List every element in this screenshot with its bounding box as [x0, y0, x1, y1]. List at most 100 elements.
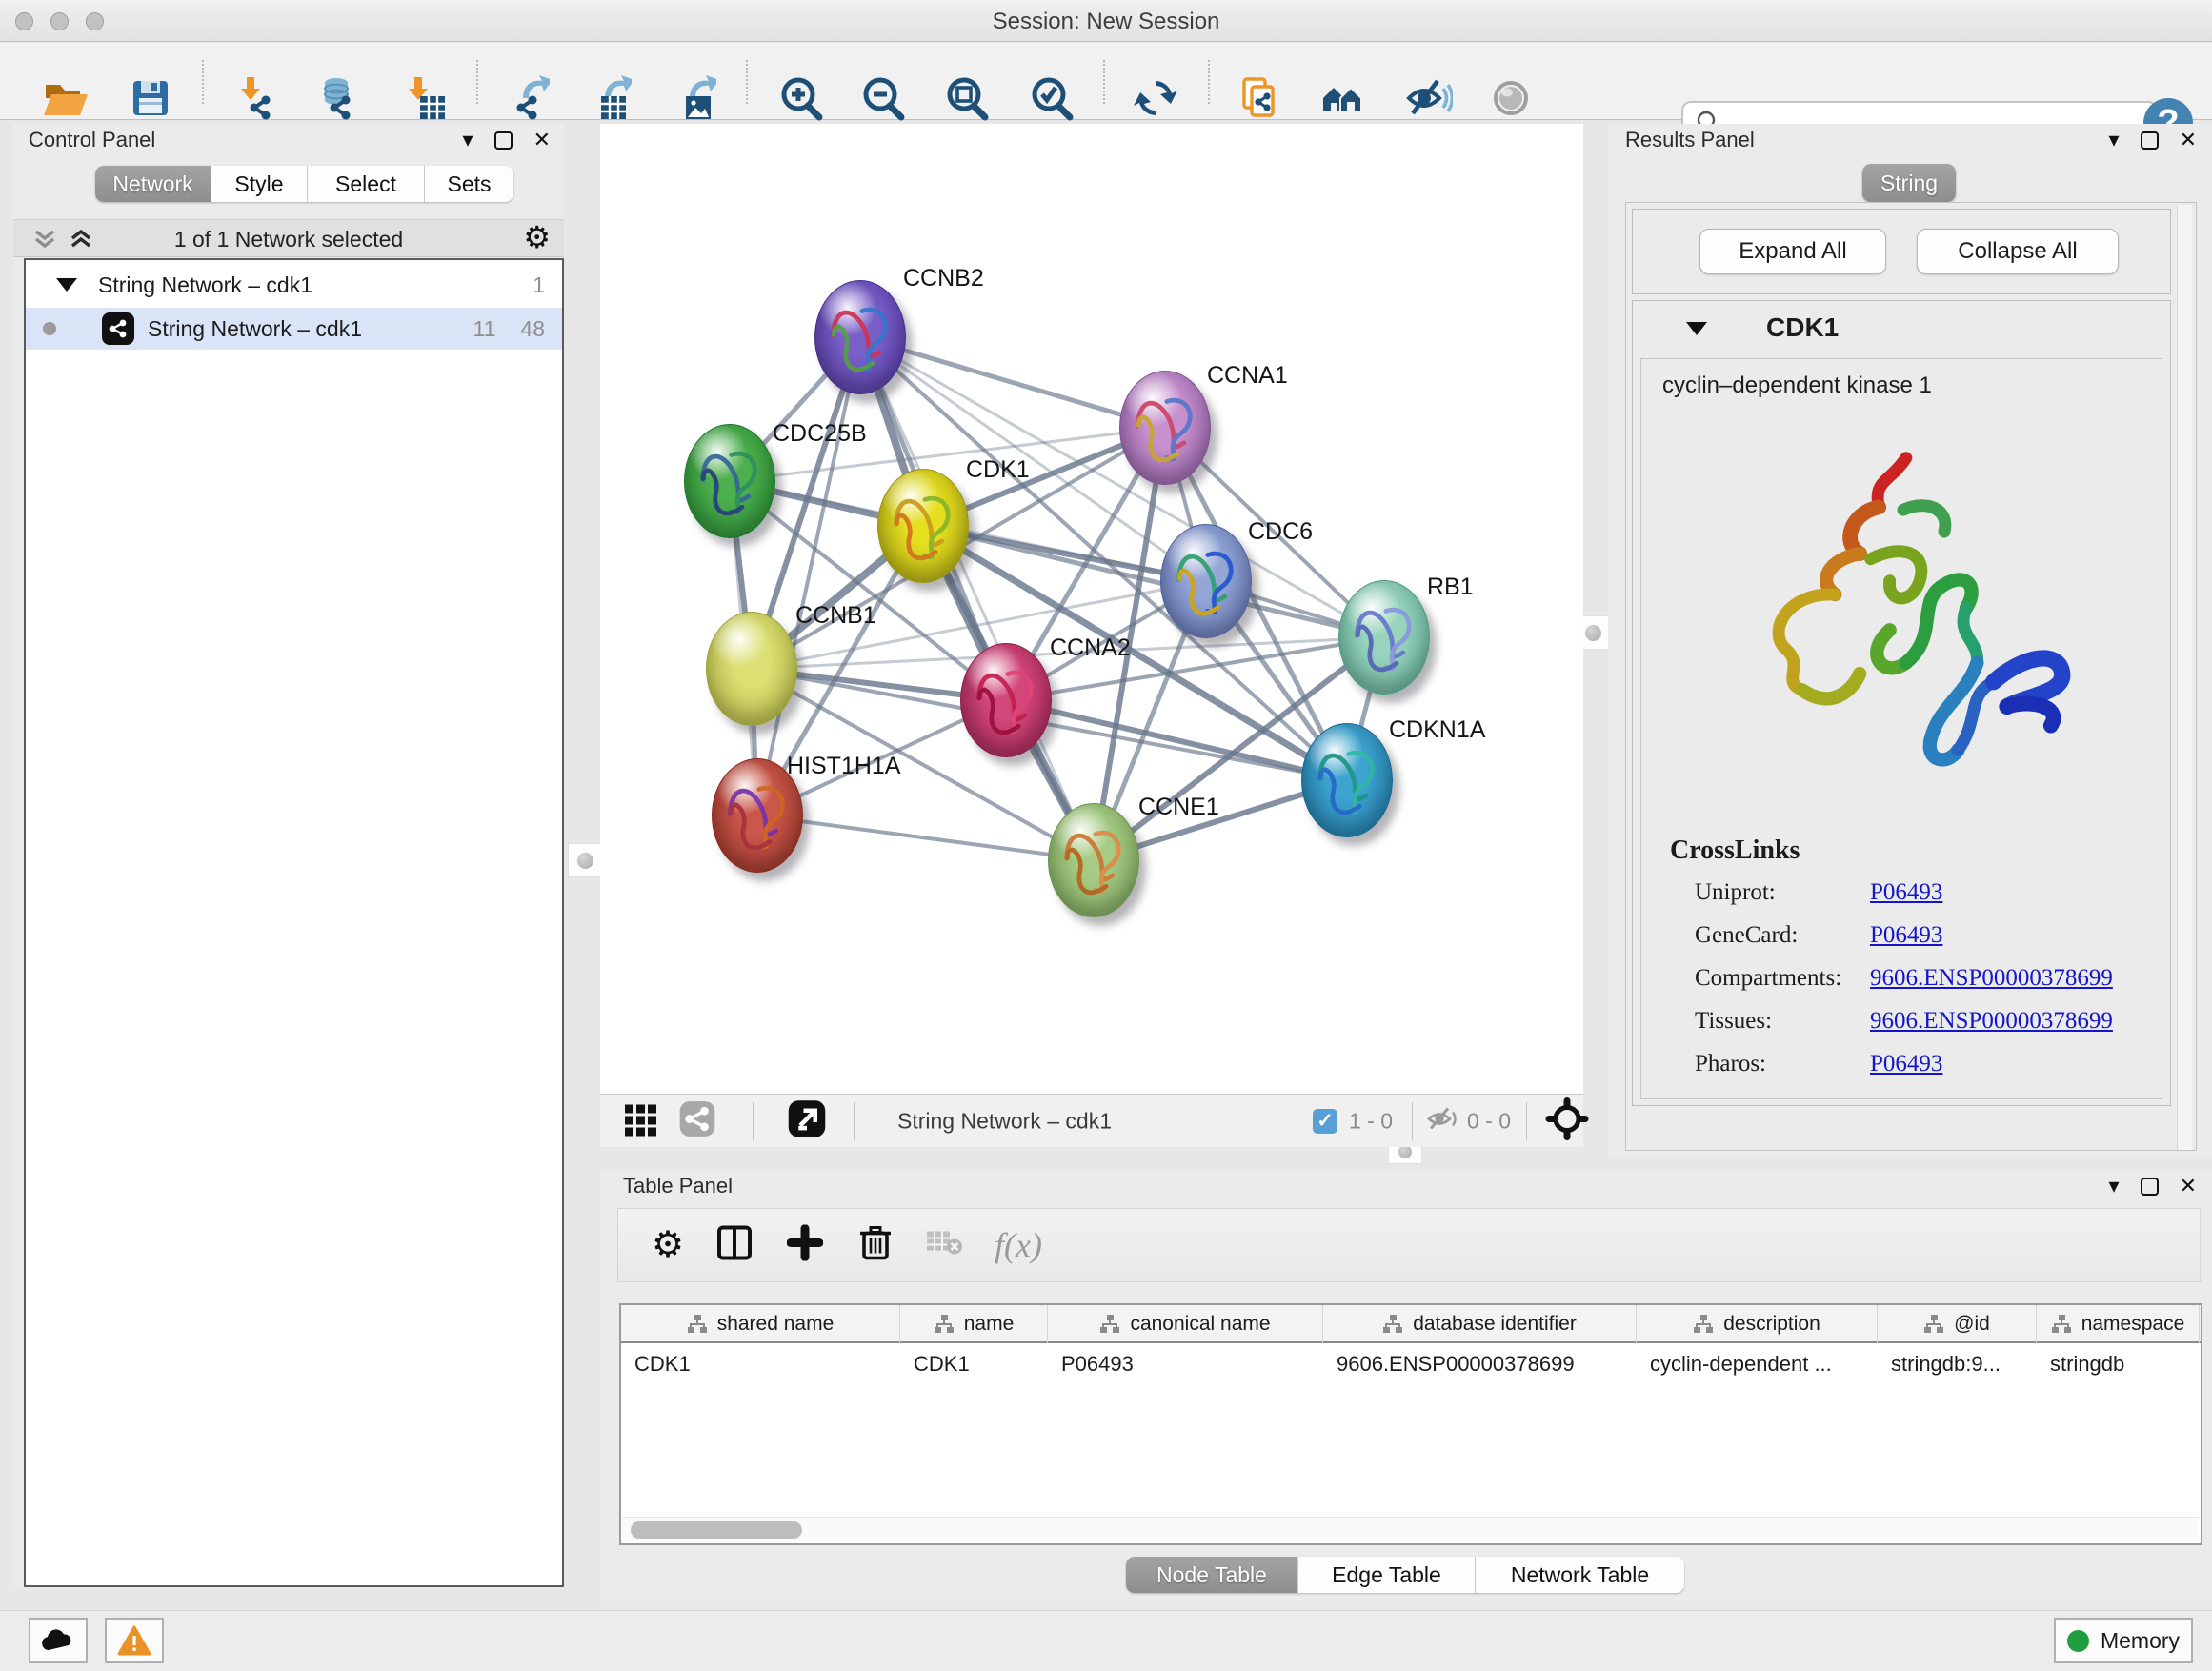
tab-style[interactable]: Style: [211, 166, 308, 202]
edge-CCNB2-CCNE1[interactable]: [860, 337, 1094, 860]
table-row[interactable]: CDK1CDK1P064939606.ENSP00000378699cyclin…: [621, 1345, 2201, 1383]
table-panel-float-icon[interactable]: [2141, 1178, 2159, 1196]
control-panel-close-icon[interactable]: ✕: [533, 130, 551, 151]
node-table[interactable]: shared namename canonical name database id…: [619, 1303, 2202, 1545]
results-scrollbar[interactable]: [2177, 205, 2192, 1150]
table-cell[interactable]: stringdb: [2037, 1345, 2200, 1383]
results-panel-float-icon[interactable]: [2141, 131, 2159, 150]
crosslink-link[interactable]: P06493: [1870, 1051, 1942, 1077]
table-cell[interactable]: CDK1: [900, 1345, 1048, 1383]
network-row-selected[interactable]: String Network – cdk1 11 48: [26, 308, 562, 350]
control-panel-menu-icon[interactable]: ▾: [463, 130, 473, 151]
zoom-in-button[interactable]: [775, 73, 825, 123]
hide-selected-button[interactable]: [1403, 73, 1453, 123]
export-network-button[interactable]: [500, 73, 550, 123]
crosslink-link[interactable]: 9606.ENSP00000378699: [1870, 1008, 2113, 1035]
table-cell[interactable]: 9606.ENSP00000378699: [1323, 1345, 1637, 1383]
gene-entry-header[interactable]: CDK1: [1633, 301, 2170, 358]
network-canvas[interactable]: CCNB2CCNA1CDC25BCDK1CDC6RB1CCNB1CCNA2CDK…: [600, 124, 1583, 1094]
node-CCNA1[interactable]: [1119, 371, 1211, 485]
delete-table-icon[interactable]: [925, 1228, 963, 1263]
save-session-button[interactable]: [126, 73, 175, 123]
crosslink-link[interactable]: P06493: [1870, 879, 1942, 906]
collection-expand-icon[interactable]: [56, 278, 77, 292]
tab-sets[interactable]: Sets: [425, 166, 513, 202]
network-share-icon[interactable]: [678, 1099, 716, 1142]
selected-checkbox-icon[interactable]: ✓: [1313, 1109, 1337, 1134]
export-image-button[interactable]: [667, 73, 716, 123]
edge-CCNA2-CDKN1A[interactable]: [1006, 700, 1347, 780]
table-cell[interactable]: CDK1: [621, 1345, 900, 1383]
tab-network[interactable]: Network: [95, 166, 211, 202]
node-CCNB2[interactable]: [814, 280, 906, 394]
node-RB1[interactable]: [1338, 580, 1430, 695]
left-splitter-handle[interactable]: [568, 843, 602, 877]
memory-button[interactable]: Memory: [2054, 1618, 2193, 1663]
column-header-id[interactable]: @id: [1878, 1305, 2037, 1343]
column-header-name[interactable]: name: [900, 1305, 1048, 1343]
import-table-from-file-button[interactable]: [401, 73, 451, 123]
column-header-database-identifier[interactable]: database identifier: [1323, 1305, 1637, 1343]
results-panel-menu-icon[interactable]: ▾: [2109, 130, 2120, 151]
column-header-description[interactable]: description: [1637, 1305, 1878, 1343]
import-network-from-file-button[interactable]: [233, 73, 283, 123]
open-in-window-icon[interactable]: [787, 1098, 827, 1143]
tab-select[interactable]: Select: [308, 166, 425, 202]
edge-CCNB2-HIST1H1A[interactable]: [757, 337, 860, 815]
function-builder-icon[interactable]: f(x): [995, 1225, 1042, 1265]
cloud-status-button[interactable]: [29, 1618, 88, 1663]
node-CDKN1A[interactable]: [1301, 723, 1393, 837]
node-CDK1[interactable]: [877, 469, 969, 583]
tab-node-table[interactable]: Node Table: [1126, 1557, 1298, 1593]
crosslink-link[interactable]: 9606.ENSP00000378699: [1870, 965, 2113, 992]
expand-all-button[interactable]: Expand All: [1699, 229, 1886, 274]
zoom-selected-button[interactable]: [1026, 73, 1076, 123]
current-network-name: String Network – cdk1: [897, 1108, 1112, 1134]
birdseye-toggle-icon[interactable]: [1545, 1097, 1589, 1145]
delete-column-icon[interactable]: [858, 1224, 893, 1267]
zoom-out-button[interactable]: [857, 73, 907, 123]
column-header-namespace[interactable]: namespace: [2037, 1305, 2200, 1343]
table-cell[interactable]: cyclin-dependent ...: [1637, 1345, 1878, 1383]
control-panel-float-icon[interactable]: [494, 131, 513, 150]
table-panel-close-icon[interactable]: ✕: [2180, 1176, 2197, 1197]
tab-edge-table[interactable]: Edge Table: [1298, 1557, 1476, 1593]
node-CCNA2[interactable]: [960, 643, 1052, 757]
network-collection-row[interactable]: String Network – cdk1 1: [26, 264, 562, 306]
node-CDC25B[interactable]: [684, 424, 775, 538]
first-neighbors-button[interactable]: [1319, 73, 1369, 123]
edges-layer: [600, 124, 1583, 1094]
network-options-gear-icon[interactable]: ⚙: [523, 222, 551, 252]
crosslink-link[interactable]: P06493: [1870, 922, 1942, 949]
birdseye-grid-icon[interactable]: [623, 1100, 659, 1141]
column-attribute-icon: [687, 1314, 708, 1335]
add-column-icon[interactable]: [787, 1225, 823, 1266]
tab-string[interactable]: String: [1862, 164, 1956, 202]
node-CDC6[interactable]: [1160, 524, 1252, 638]
show-all-button[interactable]: [1486, 73, 1536, 123]
import-network-from-database-button[interactable]: [313, 73, 363, 123]
table-panel-menu-icon[interactable]: ▾: [2109, 1176, 2120, 1197]
column-header-label: canonical name: [1130, 1313, 1270, 1336]
node-CCNB1[interactable]: [706, 612, 797, 726]
node-CCNE1[interactable]: [1048, 803, 1139, 917]
export-table-button[interactable]: [582, 73, 632, 123]
table-hscrollbar-thumb[interactable]: [631, 1521, 802, 1539]
warnings-button[interactable]: [105, 1618, 164, 1663]
apply-preferred-layout-button[interactable]: [1131, 73, 1180, 123]
table-options-gear-icon[interactable]: ⚙: [652, 1227, 684, 1263]
show-columns-icon[interactable]: [715, 1224, 754, 1267]
collapse-all-button[interactable]: Collapse All: [1917, 229, 2119, 274]
table-cell[interactable]: P06493: [1048, 1345, 1323, 1383]
gene-collapse-icon[interactable]: [1686, 322, 1707, 335]
edge-HIST1H1A-CCNE1[interactable]: [757, 815, 1094, 860]
table-cell[interactable]: stringdb:9...: [1878, 1345, 2037, 1383]
results-panel-close-icon[interactable]: ✕: [2180, 130, 2197, 151]
column-header-canonical-name[interactable]: canonical name: [1048, 1305, 1323, 1343]
open-session-button[interactable]: [40, 73, 90, 123]
clone-network-button[interactable]: [1235, 73, 1284, 123]
zoom-fit-button[interactable]: [941, 73, 991, 123]
table-hscrollbar[interactable]: [623, 1517, 2199, 1541]
column-header-shared-name[interactable]: shared name: [621, 1305, 900, 1343]
tab-network-table[interactable]: Network Table: [1476, 1557, 1684, 1593]
